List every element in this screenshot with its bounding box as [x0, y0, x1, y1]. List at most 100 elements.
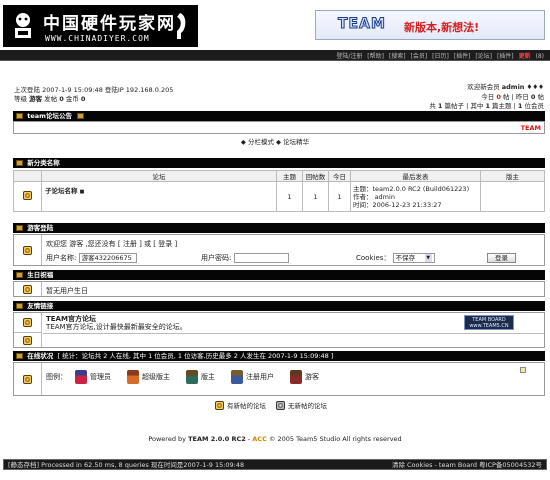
- mascot-icon: [15, 13, 31, 38]
- mode-columns-link[interactable]: 分栏模式: [248, 138, 274, 146]
- nav-help[interactable]: [帮助]: [367, 53, 384, 60]
- col-topics: 主题: [276, 170, 303, 182]
- online-title: 在线状况: [27, 352, 54, 360]
- acc-link[interactable]: ACC: [252, 435, 267, 443]
- top-navbar: 登陆/注册 [帮助] [搜索] [会员] [日历] [插件] [论坛] [插件]…: [0, 50, 550, 61]
- password-label: 用户密码:: [201, 254, 232, 262]
- totals-mid2: 篇主题 |: [492, 102, 516, 110]
- welcome-label: 欢迎新会员: [467, 83, 500, 91]
- posts-label: 发帖: [44, 95, 58, 103]
- table-row: 子论坛名称 ■ 1 1 1 主题：team2.0.0 RC2 (Build061…: [13, 181, 545, 212]
- chevron-down-icon: ▼: [424, 254, 432, 262]
- expand-icon[interactable]: [520, 367, 526, 373]
- forum-status-cell: [13, 181, 42, 212]
- links-title: 友情链接: [27, 302, 54, 310]
- admin-figure-icon: [75, 370, 87, 384]
- no-new-posts-icon: [276, 400, 285, 410]
- username-label: 用户名称:: [46, 254, 77, 262]
- role-admin: 管理员: [90, 373, 111, 381]
- category-header: 新分类名称: [13, 158, 545, 168]
- rss-icon[interactable]: ■: [80, 189, 85, 195]
- yesterday-count: 0: [530, 92, 536, 101]
- nav-plugins-2[interactable]: [插件]: [497, 53, 514, 60]
- online-box: 图例： 管理员 超级版主 版主 注册用户 游客: [13, 362, 545, 396]
- announce-header: team论坛公告: [13, 111, 545, 121]
- status-left: [静态存档] Processed in 62.50 ms, 8 queries …: [8, 461, 245, 469]
- total-topics: 1: [485, 102, 490, 110]
- yesterday-unit: 帖: [537, 92, 545, 101]
- login-form: 用户名称: 游客432206675: [46, 253, 137, 263]
- forum-stats: 欢迎新会员 admin ♦♦♦ 今日 0 帖 | 昨日 0 帖 共 1 篇帖子 …: [429, 83, 544, 112]
- links-icon-cell: [14, 313, 42, 333]
- nav-forum[interactable]: [论坛]: [475, 53, 492, 60]
- totals-mid: 篇帖子 | 其中: [444, 102, 484, 110]
- last-login-info: 上次登陆 2007-1-9 15:09:48 登陆IP 192.168.0.20…: [14, 86, 173, 104]
- team-badge[interactable]: TEAM: [521, 124, 541, 132]
- version-link[interactable]: TEAM 2.0.0 RC2: [188, 435, 246, 443]
- section-icon: [16, 303, 23, 309]
- moderator-cell: [480, 181, 545, 212]
- team-board-logo[interactable]: TEAM BOARD www.TEAM5.CN: [464, 315, 514, 330]
- announce-body: TEAM: [13, 121, 545, 134]
- totals-prefix: 共: [429, 102, 436, 110]
- welcome-new-member: 欢迎新会员 admin ♦♦♦: [429, 83, 544, 93]
- page-header: 中国硬件玩家网 WWW.CHINADIYER.COM TEAM 新版本,新想法!: [0, 0, 550, 50]
- last-post-cell: 主题：team2.0.0 RC2 (Build061223) 作者： admin…: [350, 181, 481, 212]
- today-label: 今日: [481, 92, 495, 101]
- links-icon: [23, 318, 32, 327]
- nav-plugins[interactable]: [插件]: [454, 53, 471, 60]
- role-member: 注册用户: [246, 373, 274, 381]
- link-desc: TEAM官方论坛,设计最快最新最安全的论坛。: [46, 323, 187, 331]
- last-login-line: 上次登陆 2007-1-9 15:09:48 登陆IP 192.168.0.20…: [14, 86, 174, 94]
- online-icon: [23, 374, 32, 384]
- birthday-header: 生日祝福: [13, 270, 545, 280]
- announce-title: team论坛公告: [27, 112, 72, 120]
- nav-calendar[interactable]: [日历]: [432, 53, 449, 60]
- promo-banner[interactable]: TEAM 新版本,新想法!: [315, 10, 545, 40]
- site-logo[interactable]: 中国硬件玩家网 WWW.CHINADIYER.COM: [3, 5, 198, 47]
- nav-members[interactable]: [会员]: [411, 53, 428, 60]
- nav-update[interactable]: 更新: [519, 53, 531, 60]
- login-button[interactable]: 登录: [487, 253, 516, 263]
- link-entry: TEAM官方论坛 TEAM官方论坛,设计最快最新最安全的论坛。: [46, 315, 187, 331]
- col-today: 今日: [328, 170, 351, 182]
- role-guest: 游客: [305, 373, 319, 381]
- col-forum: 论坛: [41, 170, 277, 182]
- logo-url-text: WWW.CHINADIYER.COM: [45, 34, 150, 43]
- role-mod: 版主: [201, 373, 215, 381]
- col-icon: [13, 170, 42, 182]
- links-divider: [43, 333, 544, 334]
- powered-by: Powered by TEAM 2.0.0 RC2 - ACC © 2005 T…: [0, 435, 550, 443]
- new-member-link[interactable]: admin: [502, 83, 525, 91]
- last-post-author[interactable]: 作者： admin: [353, 193, 480, 201]
- forum-legend: 有新帖的论坛 无新帖的论坛: [215, 400, 327, 410]
- forum-table: 论坛 主题 回帖数 今日 最后发表 版主 子论坛名称 ■ 1 1 1 主题：te…: [13, 170, 545, 212]
- last-post-topic[interactable]: 主题：team2.0.0 RC2 (Build061223): [353, 185, 480, 193]
- password-input[interactable]: [233, 253, 289, 263]
- role-super-mod: 超级版主: [142, 373, 170, 381]
- totals-suffix: 位会员: [524, 102, 545, 110]
- nav-search[interactable]: [搜索]: [389, 53, 406, 60]
- total-posts: 1: [437, 102, 443, 110]
- status-right[interactable]: 清除 Cookies - team Board 粤ICP备05004532号: [392, 460, 542, 470]
- daily-post-counts: 今日 0 帖 | 昨日 0 帖: [481, 92, 545, 101]
- cookies-select[interactable]: 不保存 ▼: [392, 253, 435, 263]
- logo-chinese-text: 中国硬件玩家网: [43, 14, 176, 34]
- nav-login[interactable]: 登陆/注册: [336, 53, 362, 60]
- birthday-title: 生日祝福: [27, 271, 54, 279]
- links-box: TEAM官方论坛 TEAM官方论坛,设计最快最新最安全的论坛。 TEAM BOA…: [13, 312, 545, 348]
- birthday-box: 暂无用户生日: [13, 281, 545, 297]
- mode-essence-link[interactable]: 论坛精华: [283, 138, 309, 146]
- birthday-icon-cell: [14, 282, 42, 296]
- member-figure-icon: [231, 370, 243, 384]
- forum-status-icon: [23, 191, 32, 200]
- guest-figure-icon: [290, 370, 302, 384]
- user-role: 游客: [29, 95, 43, 103]
- forum-name-link[interactable]: 子论坛名称: [45, 187, 78, 195]
- col-replies: 回帖数: [302, 170, 329, 182]
- username-input[interactable]: 游客432206675: [78, 253, 137, 263]
- guest-header: 游客登陆: [13, 223, 545, 233]
- links-header: 友情链接: [13, 301, 545, 311]
- link-name[interactable]: TEAM官方论坛: [46, 315, 187, 323]
- links-icon-cell-2: [14, 333, 42, 347]
